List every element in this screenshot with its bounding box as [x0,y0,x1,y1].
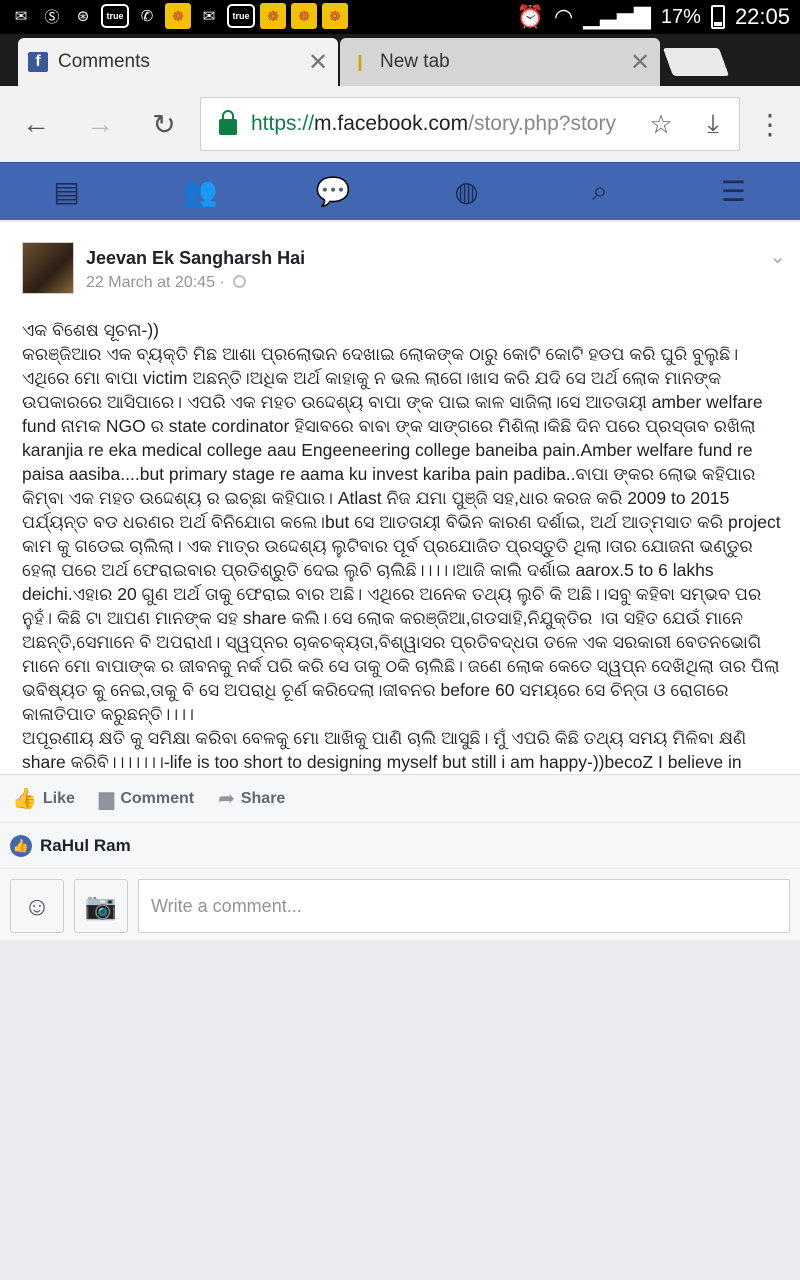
post-author[interactable]: Jeevan Ek Sangharsh Hai [86,248,305,269]
news-feed-icon: ▤ [53,176,80,207]
tab-new-tab[interactable]: ❙ New tab ✕ [340,38,660,86]
tab-title: Comments [58,51,150,72]
alarm-icon: ⏰ [516,4,545,29]
app-icon: ☸ [260,3,286,29]
like-badge-icon: 👍 [10,834,32,857]
facebook-nav-bar: ▤ 👥 💬 ◍ ⌕ ☰ [0,162,800,220]
tab-strip: f Comments ✕ ❙ New tab ✕ [0,34,800,86]
share-button[interactable]: ➦ Share [218,786,285,811]
reload-button[interactable]: ↻ [142,102,186,146]
clock: 22:05 [734,4,790,29]
wifi-icon: ◠ [554,4,574,29]
new-tab-button[interactable] [662,48,730,76]
post-paragraph: ଏଥିରେ ମୋ ବାପା victim ଅଛନ୍ତି।ଅଧିକ ଅର୍ଥ କା… [22,368,781,724]
avatar[interactable] [22,242,74,294]
app-icon: ☸ [165,3,191,29]
battery-icon [710,5,725,29]
sticker-button[interactable]: ☺ [10,879,64,933]
notification-icons: ✉ Ⓢ ⊛ true ✆ ☸ ✉ true ☸ ☸ ☸ [8,3,348,29]
nav-news-feed[interactable]: ▤ [37,163,97,221]
hamburger-icon: ☰ [720,176,746,207]
likes-row[interactable]: 👍 RaHul Ram [0,822,800,868]
game-icon: ⊛ [76,8,90,25]
tab-comments[interactable]: f Comments ✕ [18,38,338,86]
chevron-down-icon[interactable]: ⌄ [769,244,786,269]
camera-icon: 📷 [84,890,118,921]
comment-icon: ▆ [98,788,115,810]
chrome-icon: ❙ [353,54,367,71]
like-button[interactable]: 👍 Like [12,786,75,811]
true-icon: true [101,4,129,28]
lock-icon [219,110,237,135]
post-paragraph: କରଞ୍ଜିଆର ଏକ ବ୍ୟକ୍ତି ମିଛ ଆଶା ପ୍ରଲୋଭନ ଦେଖା… [22,344,739,364]
post-card: Jeevan Ek Sangharsh Hai 22 March at 20:4… [0,222,800,796]
signal-icon: ▁▃▅▇ [583,4,651,29]
nav-notifications[interactable]: ◍ [437,163,497,221]
forward-button[interactable]: → [78,102,122,146]
globe-icon [232,275,246,288]
system-status: ⏰ ◠ ▁▃▅▇ 17% 22:05 [517,0,790,34]
tab-title: New tab [380,51,450,72]
back-button[interactable]: ← [14,102,58,146]
download-icon[interactable]: ⤓ [687,108,739,140]
messages-icon: 💬 [315,176,351,207]
nav-menu[interactable]: ☰ [703,163,763,221]
liker-names[interactable]: RaHul Ram [40,836,131,856]
url-text[interactable]: https://m.facebook.com/story.php?story [251,112,635,136]
search-icon: ⌕ [592,175,608,206]
back-arrow-icon: ← [22,108,50,139]
comment-input[interactable] [138,879,790,933]
close-icon[interactable]: ✕ [298,48,338,77]
s-app-icon: Ⓢ [44,8,60,26]
menu-button[interactable]: ⋮ [748,102,792,146]
comment-composer: ☺ 📷 [0,868,800,940]
overflow-menu-icon: ⋮ [756,108,784,140]
nav-search[interactable]: ⌕ [570,163,630,221]
mail-at-icon: ✉ [202,8,216,25]
status-bar: ✉ Ⓢ ⊛ true ✆ ☸ ✉ true ☸ ☸ ☸ ⏰ ◠ ▁▃▅▇ 17%… [0,0,800,34]
post-timestamp[interactable]: 22 March at 20:45 · [86,274,246,292]
forward-arrow-icon: → [86,108,114,139]
post-text: ଏକ ବିଶେଷ ସୂଚନା-)) କରଞ୍ଜିଆର ଏକ ବ୍ୟକ୍ତି ମି… [22,318,782,798]
app-icon: ☸ [291,3,317,29]
nav-messages[interactable]: 💬 [303,163,363,221]
photo-button[interactable]: 📷 [74,879,128,933]
post-actions: 👍 Like ▆ Comment ➦ Share [0,774,800,822]
friends-icon: 👥 [182,176,218,207]
mail-icon: ✉ [14,8,28,25]
post-paragraph: ଏକ ବିଶେଷ ସୂଚନା-)) [22,320,160,340]
smiley-icon: ☺ [23,890,51,921]
thumbs-up-icon: 👍 [12,788,37,810]
comment-button[interactable]: ▆ Comment [99,786,194,811]
address-bar[interactable]: https://m.facebook.com/story.php?story ☆… [200,97,740,151]
globe-icon: ◍ [454,176,479,207]
reload-icon: ↻ [152,108,176,140]
whatsapp-icon: ✆ [140,8,154,25]
star-icon[interactable]: ☆ [635,109,687,140]
app-icon: ☸ [322,3,348,29]
true-icon: true [227,4,255,28]
battery-percent: 17% [660,5,701,28]
close-icon[interactable]: ✕ [620,48,660,77]
facebook-icon: f [28,52,48,72]
nav-friends[interactable]: 👥 [170,163,230,221]
share-icon: ➦ [218,788,235,810]
browser-toolbar: ← → ↻ https://m.facebook.com/story.php?s… [0,86,800,162]
